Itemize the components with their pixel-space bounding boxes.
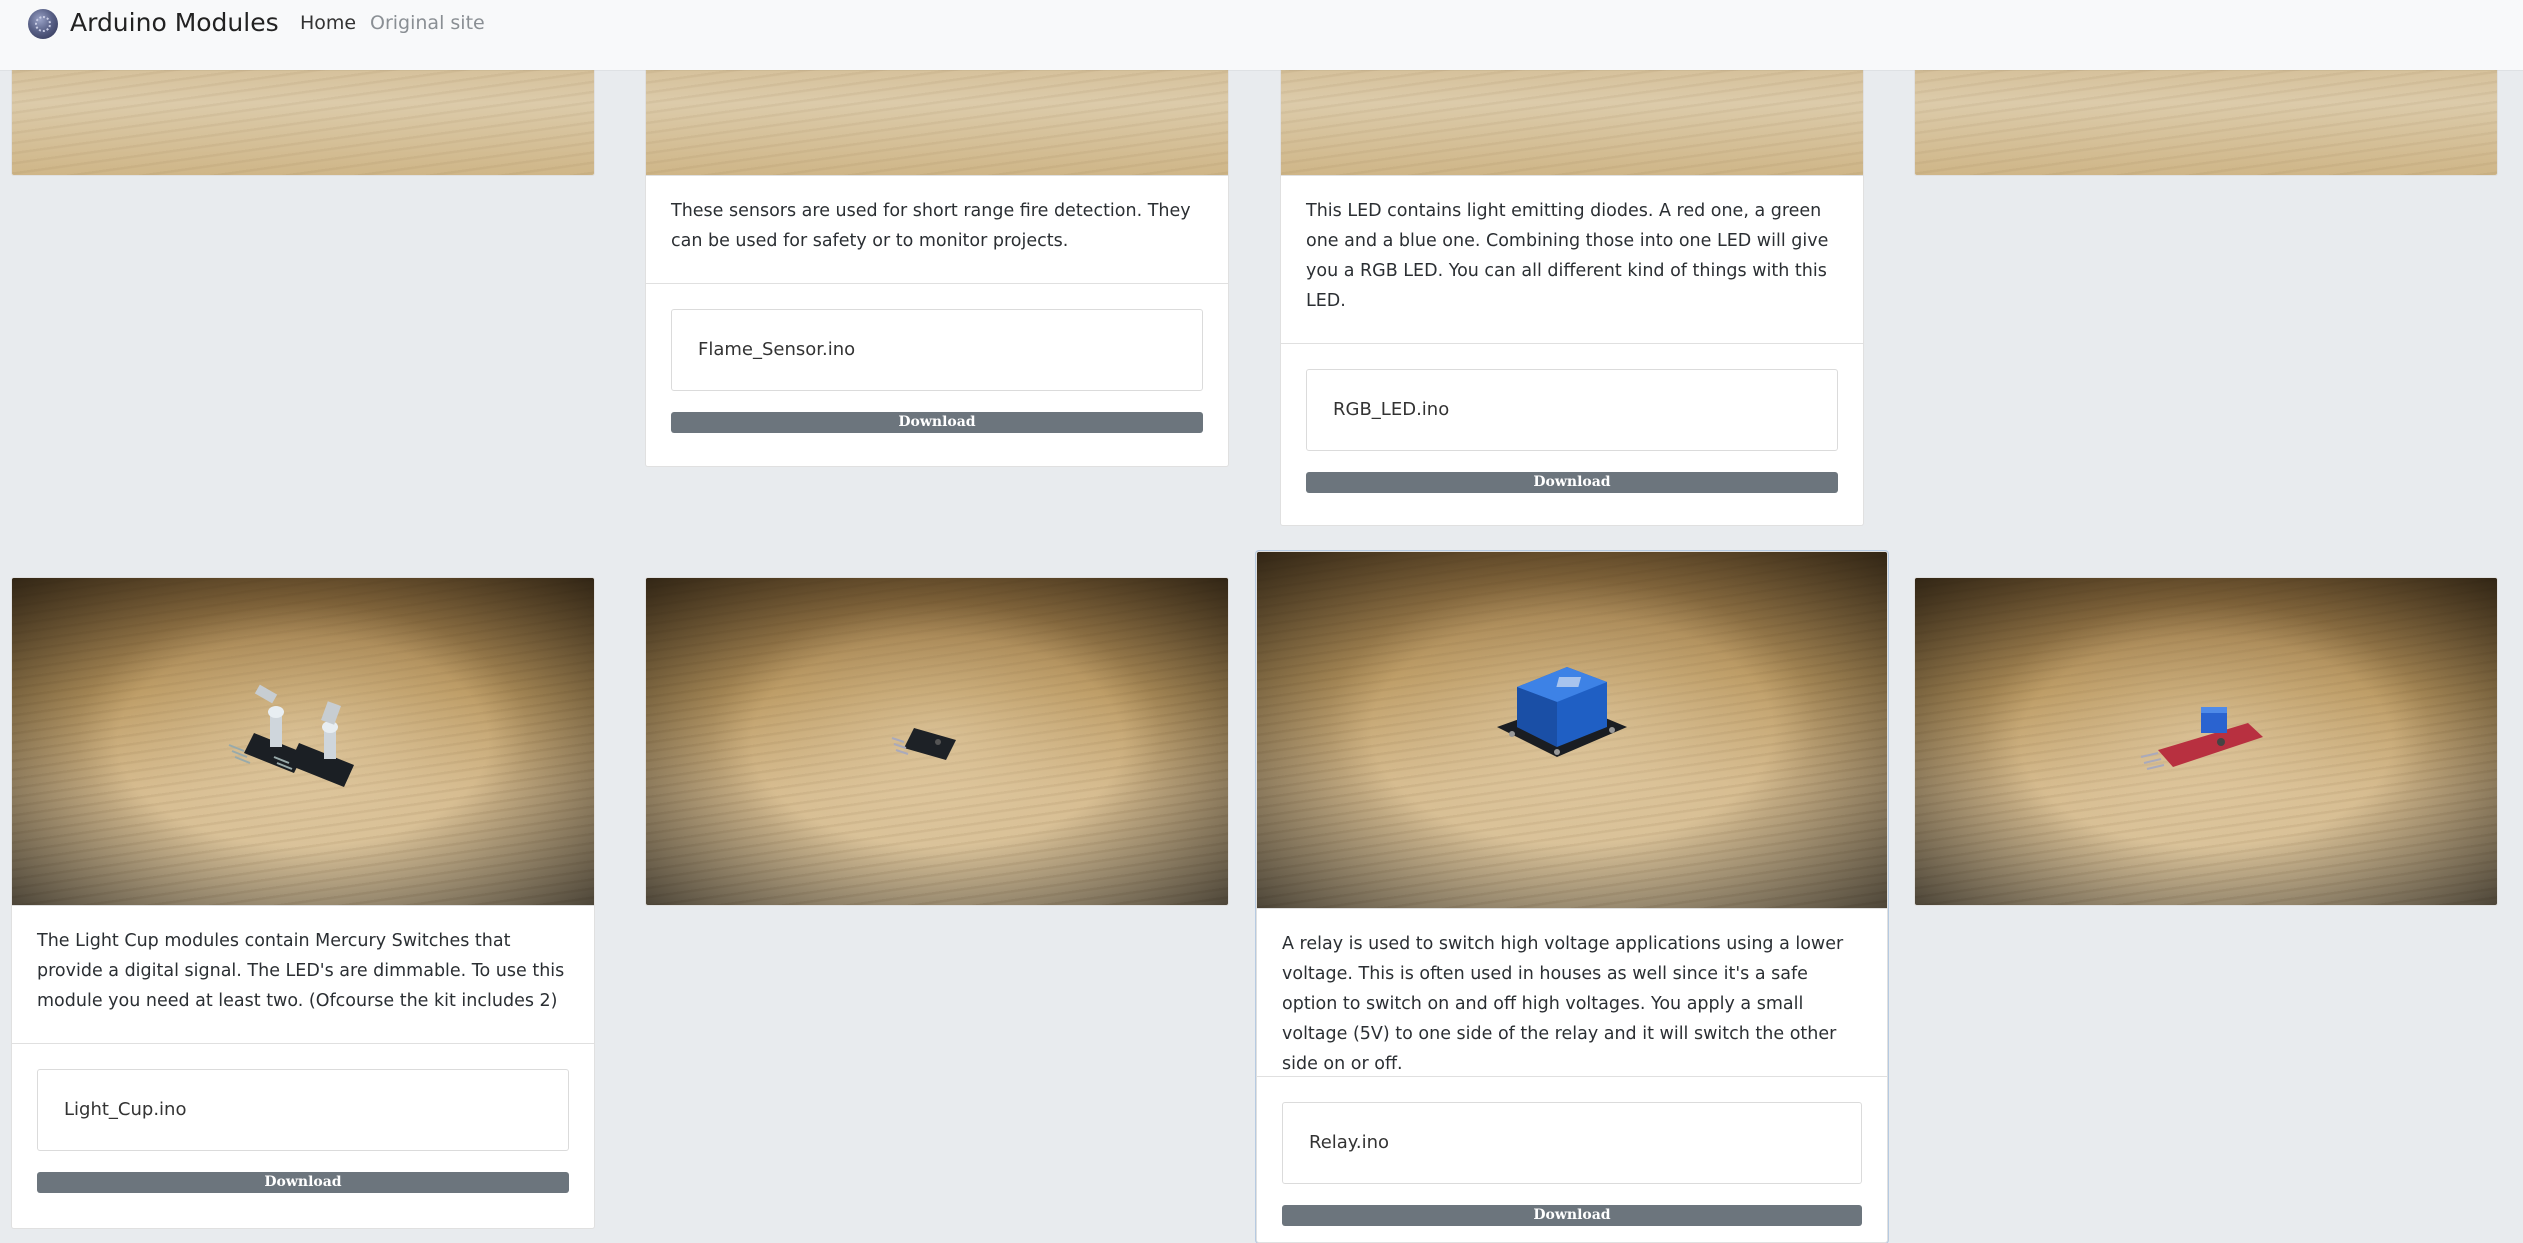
navbar: Arduino Modules Home Original site	[0, 0, 2523, 70]
download-button[interactable]: Download	[1306, 472, 1838, 493]
file-name-field[interactable]: Flame_Sensor.ino	[671, 309, 1203, 391]
module-footer: Flame_Sensor.ino Download	[646, 283, 1228, 433]
module-footer: Light_Cup.ino Download	[12, 1043, 594, 1193]
relay-module-icon	[1497, 667, 1627, 757]
file-name-field[interactable]: RGB_LED.ino	[1306, 369, 1838, 451]
module-description: This LED contains light emitting diodes.…	[1281, 175, 1863, 343]
module-card	[1914, 577, 2498, 906]
module-photo[interactable]	[1915, 578, 2497, 905]
module-card-light-cup: The Light Cup modules contain Mercury Sw…	[11, 577, 595, 1229]
file-name-field[interactable]: Relay.ino	[1282, 1102, 1862, 1184]
module-card-rgb-led: This LED contains light emitting diodes.…	[1280, 30, 1864, 526]
sensor-module-icon	[891, 728, 956, 760]
potentiometer-sensor-module-icon	[2140, 707, 2263, 770]
module-description: These sensors are used for short range f…	[646, 175, 1228, 283]
module-footer: RGB_LED.ino Download	[1281, 343, 1863, 493]
arduino-logo-icon[interactable]	[28, 9, 58, 39]
module-photo[interactable]	[646, 578, 1228, 905]
light-cup-module-icon	[228, 684, 354, 787]
module-photo[interactable]	[12, 578, 594, 905]
module-footer: Relay.ino Download	[1257, 1076, 1887, 1226]
brand-title[interactable]: Arduino Modules	[70, 6, 279, 40]
download-button[interactable]: Download	[671, 412, 1203, 433]
module-card-relay: A relay is used to switch high voltage a…	[1256, 551, 1888, 1243]
module-description: A relay is used to switch high voltage a…	[1257, 908, 1887, 1076]
module-description: The Light Cup modules contain Mercury Sw…	[12, 905, 594, 1043]
download-button[interactable]: Download	[1282, 1205, 1862, 1226]
file-name-field[interactable]: Light_Cup.ino	[37, 1069, 569, 1151]
download-button[interactable]: Download	[37, 1172, 569, 1193]
module-photo[interactable]	[1257, 552, 1887, 908]
module-card-flame-sensor: These sensors are used for short range f…	[645, 30, 1229, 467]
nav-home-link[interactable]: Home	[300, 10, 356, 36]
module-card	[645, 577, 1229, 906]
nav-original-site-link[interactable]: Original site	[370, 10, 485, 36]
